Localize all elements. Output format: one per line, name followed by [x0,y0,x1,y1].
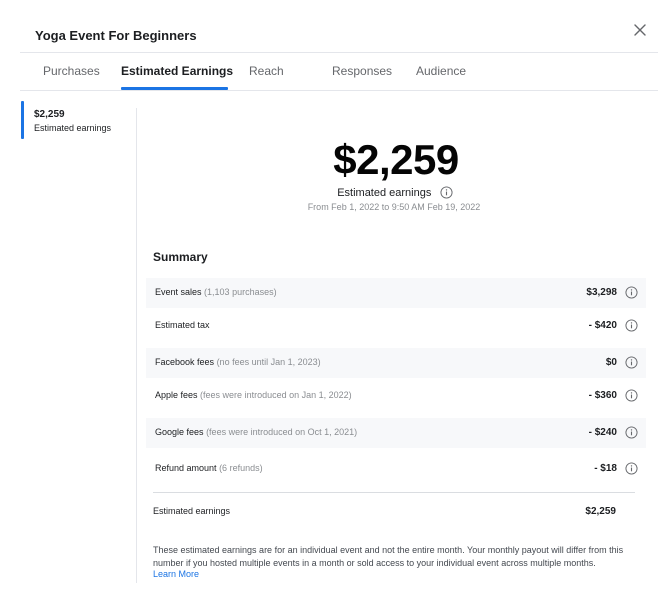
summary-row-facebook-fees: Facebook fees (no fees until Jan 1, 2023… [146,348,646,378]
estimated-earnings-label: Estimated earnings [337,186,432,199]
row-note: (fees were introduced on Oct 1, 2021) [206,427,358,437]
learn-more-link[interactable]: Learn More [153,569,199,579]
row-label: Refund amount (6 refunds) [155,463,263,473]
info-icon[interactable] [625,426,638,439]
row-value: - $420 [588,320,617,331]
info-icon[interactable] [625,356,638,369]
row-label: Facebook fees (no fees until Jan 1, 2023… [155,357,321,367]
info-icon[interactable] [625,286,638,299]
row-note: (fees were introduced on Jan 1, 2022) [200,390,352,400]
sidebar-item-estimated-earnings[interactable]: $2,259 Estimated earnings [21,101,136,139]
info-icon[interactable] [440,186,453,199]
row-label: Apple fees (fees were introduced on Jan … [155,390,352,400]
dialog-title: Yoga Event For Beginners [35,28,197,43]
tabs-divider [20,90,658,91]
summary-row-refund-amount: Refund amount (6 refunds) - $18 [146,454,646,484]
row-label: Google fees (fees were introduced on Oct… [155,427,358,437]
info-icon[interactable] [625,389,638,402]
row-value: - $240 [588,427,617,438]
info-icon[interactable] [625,319,638,332]
row-label: Estimated tax [155,320,210,330]
estimated-earnings-amount: $2,259 [333,136,459,183]
sidebar-selected-indicator [21,101,24,139]
sidebar-item-value: $2,259 [34,109,65,120]
tab-responses[interactable]: Responses [332,64,392,78]
close-icon [630,20,650,40]
tab-purchases[interactable]: Purchases [43,64,100,78]
disclaimer-text: These estimated earnings are for an indi… [153,545,624,568]
close-button[interactable] [630,20,650,40]
row-value: - $360 [588,390,617,401]
summary-row-google-fees: Google fees (fees were introduced on Oct… [146,418,646,448]
tab-reach[interactable]: Reach [249,64,284,78]
total-value: $2,259 [585,506,616,517]
summary-row-estimated-tax: Estimated tax - $420 [146,311,646,341]
total-divider [153,492,635,493]
header-divider [20,52,658,53]
info-icon[interactable] [625,462,638,475]
tab-audience[interactable]: Audience [416,64,466,78]
sidebar-divider [136,108,137,583]
summary-row-event-sales: Event sales (1,103 purchases) $3,298 [146,278,646,308]
row-label: Event sales (1,103 purchases) [155,287,277,297]
tab-estimated-earnings[interactable]: Estimated Earnings [121,64,233,78]
row-value: - $18 [594,463,617,474]
summary-row-apple-fees: Apple fees (fees were introduced on Jan … [146,381,646,411]
row-value: $0 [605,357,617,368]
estimated-earnings-label-row: Estimated earnings [320,184,470,200]
total-label: Estimated earnings [153,506,231,516]
row-value: $3,298 [586,287,617,298]
row-note: (no fees until Jan 1, 2023) [216,357,321,367]
row-note: (1,103 purchases) [204,287,277,297]
date-range: From Feb 1, 2022 to 9:50 AM Feb 19, 2022 [307,202,481,212]
row-note: (6 refunds) [219,463,263,473]
sidebar-item-label: Estimated earnings [34,123,112,133]
summary-title: Summary [153,250,208,264]
